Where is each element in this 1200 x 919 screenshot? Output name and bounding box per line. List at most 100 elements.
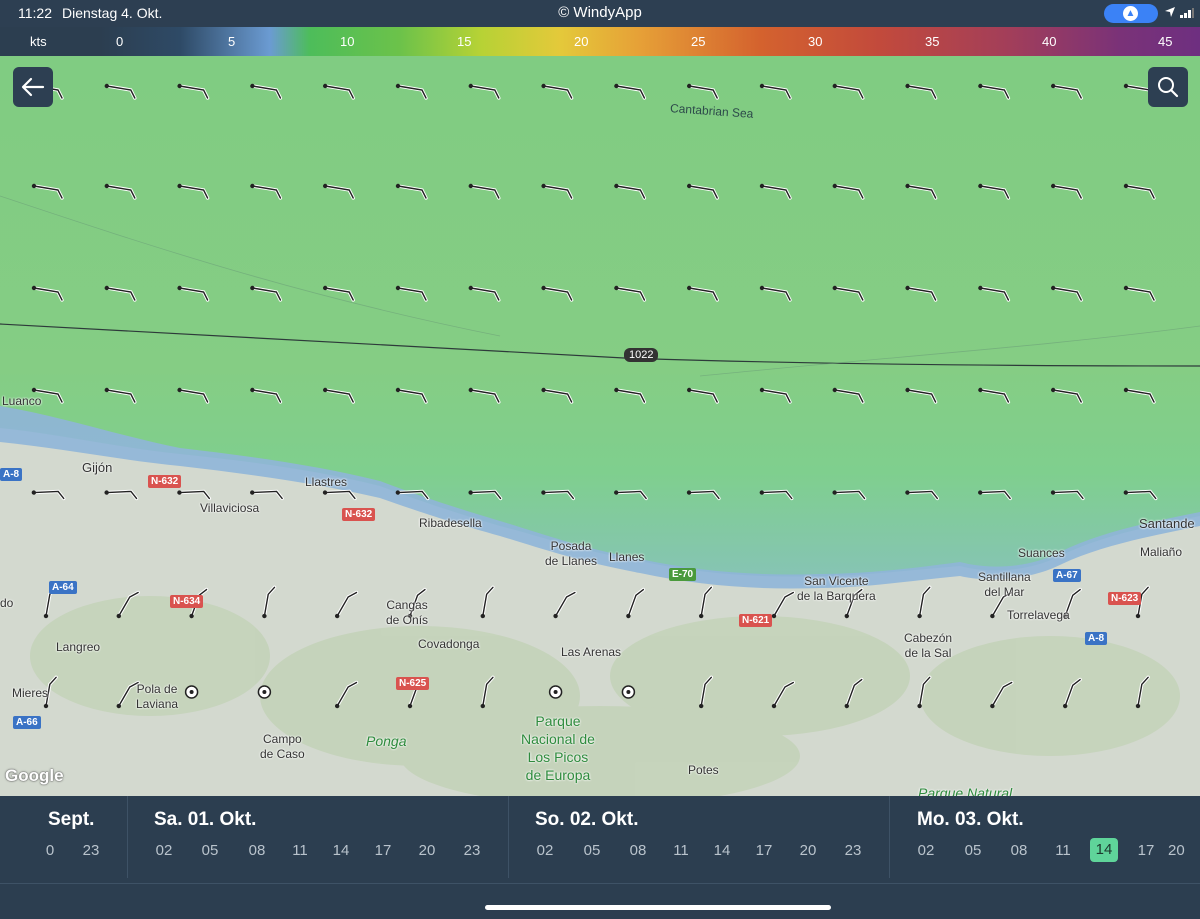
hour-item[interactable]: 23 <box>833 842 873 859</box>
day-label: So. 02. Okt. <box>535 809 639 830</box>
place-suances: Suances <box>1018 546 1065 560</box>
place-covadonga: Covadonga <box>418 637 480 651</box>
place-langreo: Langreo <box>56 640 101 654</box>
place-santillana: Santillana del Mar <box>978 570 1031 599</box>
hour-item[interactable]: 05 <box>953 842 993 859</box>
hour-item[interactable]: 05 <box>572 842 612 859</box>
place-parque-natural: Parque Natural <box>918 785 1013 797</box>
place-torrelavega: Torrelavega <box>1007 608 1070 622</box>
legend-tick: 0 <box>116 34 124 49</box>
wind-map[interactable]: Cantabrian Sea 1022 Luanco Gijón Villavi… <box>0 56 1200 796</box>
home-indicator[interactable] <box>485 905 831 910</box>
hour-item[interactable]: 20 <box>788 842 828 859</box>
hour-item-selected[interactable]: 14 <box>1090 838 1118 862</box>
search-button[interactable] <box>1148 67 1188 107</box>
road-label: N-632 <box>148 475 182 488</box>
place-llanes: Llanes <box>609 550 645 564</box>
hour-item[interactable]: 02 <box>144 842 184 859</box>
place-posada: Posada de Llanes <box>545 539 598 568</box>
hour-item[interactable]: 11 <box>661 842 701 859</box>
place-las-arenas: Las Arenas <box>561 645 622 659</box>
hour-item[interactable]: 08 <box>999 842 1039 859</box>
road-label: A-67 <box>1053 569 1081 582</box>
timeline-divider <box>0 883 1200 884</box>
day-group: Sept. 0 23 <box>0 796 128 879</box>
isobar-label: 1022 <box>624 348 659 362</box>
forecast-timeline[interactable]: Sept. 0 23 Sa. 01. Okt. 02 05 08 11 14 1… <box>0 796 1200 919</box>
hour-item[interactable]: 17 <box>1126 842 1166 859</box>
hour-item[interactable]: 23 <box>71 842 111 859</box>
hour-item[interactable]: 02 <box>525 842 565 859</box>
place-pola-de-laviana: Pola de Laviana <box>136 682 179 711</box>
legend-tick: 40 <box>1042 34 1057 49</box>
road-label: N-634 <box>170 595 204 608</box>
hour-item[interactable]: 11 <box>280 842 320 859</box>
search-icon <box>1158 77 1179 98</box>
day-label: Sa. 01. Okt. <box>154 809 257 830</box>
day-group: Mo. 03. Okt. 02 05 08 11 14 17 20 <box>890 796 1200 879</box>
legend-tick: 10 <box>340 34 355 49</box>
day-group: Sa. 01. Okt. 02 05 08 11 14 17 20 23 <box>128 796 508 879</box>
day-label: Mo. 03. Okt. <box>917 809 1024 830</box>
back-button[interactable] <box>13 67 53 107</box>
place-picos-de-europa: Parque Nacional de Los Picos de Europa <box>521 713 595 783</box>
legend-tick: 5 <box>228 34 236 49</box>
hour-item[interactable]: 20 <box>1168 842 1200 859</box>
legend-tick: 30 <box>808 34 823 49</box>
place-potes: Potes <box>688 763 719 777</box>
calm-wind-marker <box>548 685 563 699</box>
hour-item[interactable]: 14 <box>702 842 742 859</box>
wind-speed-legend: kts 0 5 10 15 20 25 30 35 40 45 <box>0 27 1200 56</box>
navigation-pill[interactable]: ▲ <box>1104 4 1158 23</box>
place-edge: do <box>0 596 14 610</box>
place-luanco: Luanco <box>2 394 42 408</box>
hour-item[interactable]: 20 <box>407 842 447 859</box>
place-ponga: Ponga <box>366 733 407 749</box>
place-cangas: Cangas de Onís <box>386 598 429 627</box>
arrow-left-icon <box>21 77 45 97</box>
place-gijon: Gijón <box>82 460 113 475</box>
location-arrow-icon <box>1165 7 1175 17</box>
road-label: N-623 <box>1108 592 1142 605</box>
place-villaviciosa: Villaviciosa <box>200 501 260 515</box>
map-background <box>0 56 1200 796</box>
calm-wind-marker <box>257 685 272 699</box>
hour-item[interactable]: 0 <box>30 842 70 859</box>
road-label: A-66 <box>13 716 41 729</box>
day-group: So. 02. Okt. 02 05 08 11 14 17 20 23 <box>509 796 889 879</box>
place-ribadesella: Ribadesella <box>419 516 482 530</box>
legend-tick: 20 <box>574 34 589 49</box>
place-santander: Santande <box>1139 516 1195 531</box>
hour-item[interactable]: 08 <box>237 842 277 859</box>
place-mieres: Mieres <box>12 686 49 700</box>
road-label: A-8 <box>0 468 23 481</box>
hour-item[interactable]: 23 <box>452 842 492 859</box>
hour-item[interactable]: 17 <box>363 842 403 859</box>
app-title: © WindyApp <box>558 4 642 21</box>
road-label: A-64 <box>49 581 77 594</box>
place-llastres: Llastres <box>305 475 348 489</box>
hour-item[interactable]: 08 <box>618 842 658 859</box>
legend-tick: 45 <box>1158 34 1173 49</box>
hour-item[interactable]: 05 <box>190 842 230 859</box>
google-attribution: Google <box>5 766 64 785</box>
status-bar: 11:22 Dienstag 4. Okt. © WindyApp ▲ <box>0 0 1200 27</box>
hour-item[interactable]: 17 <box>744 842 784 859</box>
hour-item[interactable]: 14 <box>321 842 361 859</box>
day-label: Sept. <box>48 809 95 830</box>
legend-tick: 35 <box>925 34 940 49</box>
place-maliano: Maliaño <box>1140 545 1183 559</box>
road-label: A-8 <box>1085 632 1108 645</box>
signal-icon <box>1180 8 1194 18</box>
place-san-vicente: San Vicente de la Barquera <box>797 574 876 603</box>
legend-unit: kts <box>30 34 47 49</box>
hour-item[interactable]: 02 <box>906 842 946 859</box>
navigation-arrow-icon: ▲ <box>1123 6 1138 21</box>
place-campo-de-caso: Campo de Caso <box>260 732 305 761</box>
legend-tick: 25 <box>691 34 706 49</box>
legend-tick: 15 <box>457 34 472 49</box>
place-cabezon: Cabezón de la Sal <box>904 631 953 660</box>
hour-item[interactable]: 11 <box>1043 842 1083 859</box>
road-label: N-621 <box>739 614 773 627</box>
calm-wind-marker <box>184 685 199 699</box>
